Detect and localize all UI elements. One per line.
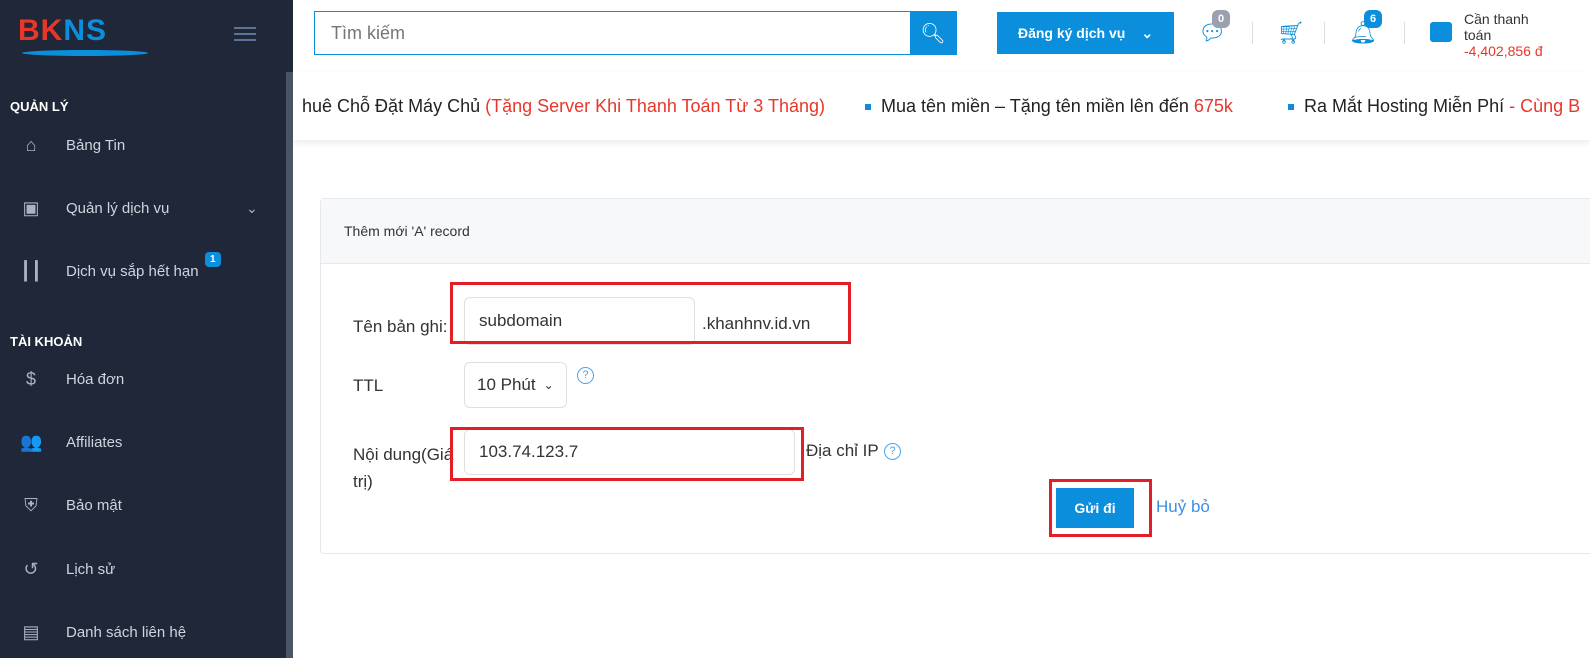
highlight-box — [1049, 479, 1152, 537]
logo-text-blue: NS — [63, 14, 108, 47]
contacts-icon: ▤ — [22, 621, 40, 642]
chevron-down-icon: ⌄ — [246, 199, 258, 216]
sidebar-item-label: Danh sách liên hệ — [66, 623, 187, 641]
sidebar-item-label: Quản lý dịch vụ — [66, 199, 170, 217]
sidebar-item-label: Dịch vụ sắp hết hạn — [66, 262, 199, 280]
home-icon: ⌂ — [25, 134, 37, 155]
sidebar-item-label: Lịch sử — [66, 560, 116, 578]
sidebar-item-label: Hóa đơn — [66, 370, 125, 388]
register-service-button[interactable]: Đăng ký dịch vụ ⌄ — [997, 12, 1174, 54]
ttl-label: TTL — [353, 376, 384, 395]
sidebar-item-dashboard[interactable]: ⌂ Bảng Tin — [0, 125, 286, 165]
ticker-item[interactable]: huê Chỗ Đặt Máy Chủ (Tặng Server Khi Tha… — [302, 96, 825, 117]
sidebar-item-label: Bảo mật — [66, 496, 122, 514]
ttl-help-icon[interactable]: ? — [577, 367, 594, 384]
sidebar-item-affiliates[interactable]: 👥 Affiliates — [0, 422, 286, 462]
news-ticker: huê Chỗ Đặt Máy Chủ (Tặng Server Khi Tha… — [293, 72, 1590, 140]
bar-chart-icon: ┃┃ — [20, 260, 42, 281]
divider — [1324, 22, 1325, 44]
sidebar-item-expiring[interactable]: ┃┃ Dịch vụ sắp hết hạn — [0, 251, 286, 291]
sidebar: BKNS QUẢN LÝ ⌂ Bảng Tin ▣ Quản lý dịch vụ ⌄… — [0, 0, 286, 658]
payment-amount: -4,402,856 đ — [1464, 43, 1543, 59]
ticker-highlight: 675k — [1193, 96, 1233, 116]
sidebar-item-history[interactable]: ↺ Lịch sử — [0, 549, 286, 589]
ttl-value: 10 Phút — [477, 375, 536, 394]
search-button[interactable]: 🔍︎ — [910, 12, 956, 54]
ticker-text: Ra Mắt Hosting Miễn Phí — [1304, 96, 1510, 116]
payment-due[interactable]: Cần thanh toán -4,402,856 đ — [1464, 11, 1544, 59]
divider — [1404, 22, 1405, 44]
hamburger-menu-icon[interactable] — [234, 27, 256, 41]
wallet-icon[interactable] — [1430, 22, 1452, 42]
sidebar-scroll-top — [286, 0, 293, 72]
content-hint: Địa chỉ IP — [806, 441, 879, 460]
expiring-count-badge: 1 — [205, 252, 221, 267]
sidebar-item-invoices[interactable]: $ Hóa đơn — [0, 359, 286, 399]
ticker-text: Mua tên miền – Tặng tên miền lên đến — [881, 96, 1194, 116]
ticker-highlight: (Tặng Server Khi Thanh Toán Từ 3 Tháng) — [485, 96, 826, 116]
register-label: Đăng ký dịch vụ — [1017, 25, 1126, 41]
search-input[interactable] — [315, 12, 910, 54]
search-box: 🔍︎ — [314, 11, 957, 55]
sidebar-item-contacts[interactable]: ▤ Danh sách liên hệ — [0, 612, 286, 652]
bullet-icon — [865, 104, 871, 111]
highlight-box — [450, 282, 851, 344]
history-icon: ↺ — [23, 558, 39, 579]
bkns-logo[interactable]: BKNS — [18, 14, 148, 56]
sidebar-scrollbar[interactable] — [286, 72, 293, 658]
logo-text-red: BK — [18, 14, 64, 47]
record-name-label: Tên bản ghi: — [353, 317, 448, 336]
cancel-link[interactable]: Huỷ bỏ — [1156, 497, 1210, 517]
sidebar-item-services[interactable]: ▣ Quản lý dịch vụ ⌄ — [0, 188, 286, 228]
card-title: Thêm mới 'A' record — [321, 199, 1590, 264]
chevron-down-icon: ⌄ — [543, 378, 554, 392]
sidebar-item-label: Bảng Tin — [66, 136, 126, 154]
notifications-badge: 6 — [1364, 10, 1383, 28]
section-label-account: TÀI KHOẢN — [10, 334, 83, 349]
ticker-text: huê Chỗ Đặt Máy Chủ — [302, 96, 486, 116]
tickets-badge: 0 — [1212, 10, 1231, 28]
sidebar-item-label: Affiliates — [66, 433, 123, 451]
content-label: Nội dung(Giá trị) — [353, 445, 454, 491]
divider — [1252, 22, 1253, 44]
id-card-icon: ▣ — [22, 197, 40, 218]
logo-swoosh — [22, 50, 148, 56]
ticker-highlight: - Cùng B — [1509, 96, 1581, 116]
sidebar-item-security[interactable]: ⛨ Bảo mật — [0, 485, 286, 525]
dollar-icon: $ — [25, 368, 36, 389]
ttl-select[interactable]: 10 Phút ⌄ — [464, 362, 567, 408]
bullet-icon — [1288, 104, 1294, 111]
payment-label: Cần thanh toán — [1464, 11, 1529, 43]
highlight-box — [450, 427, 804, 481]
cart-icon[interactable]: 🛒︎ — [1277, 20, 1305, 46]
chevron-down-icon: ⌄ — [1141, 24, 1154, 41]
shield-icon: ⛨ — [24, 494, 38, 515]
content-help-icon[interactable]: ? — [884, 443, 901, 460]
ticker-item[interactable]: Mua tên miền – Tặng tên miền lên đến 675… — [865, 96, 1233, 117]
section-label-management: QUẢN LÝ — [10, 99, 69, 114]
user-plus-icon: 👥 — [20, 431, 43, 452]
search-icon: 🔍︎ — [920, 22, 946, 45]
ticker-item[interactable]: Ra Mắt Hosting Miễn Phí - Cùng B — [1288, 96, 1580, 117]
